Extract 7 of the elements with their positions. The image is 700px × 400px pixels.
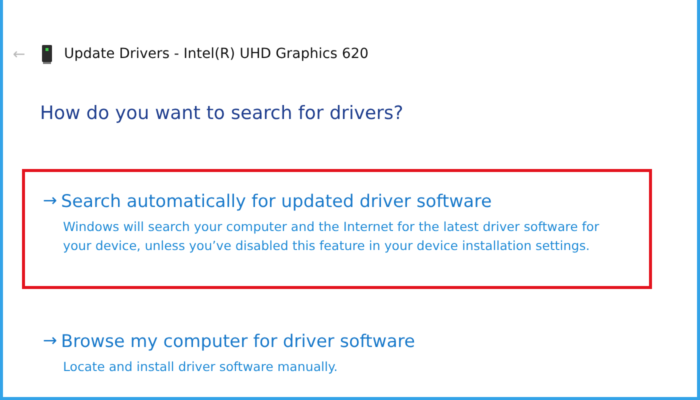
- window-title: Update Drivers - Intel(R) UHD Graphics 620: [64, 44, 369, 64]
- device-icon: [42, 44, 52, 64]
- option-description: Locate and install driver software manually.: [63, 358, 339, 376]
- option-description: Windows will search your computer and the Internet for the latest driver software for your device, unless you’ve disabled this feature in your device installation settings.: [63, 218, 600, 255]
- option-link[interactable]: Search automatically for updated driver software: [61, 188, 492, 215]
- question-heading: How do you want to search for drivers?: [40, 102, 404, 126]
- option-link[interactable]: Browse my computer for driver software: [61, 328, 416, 355]
